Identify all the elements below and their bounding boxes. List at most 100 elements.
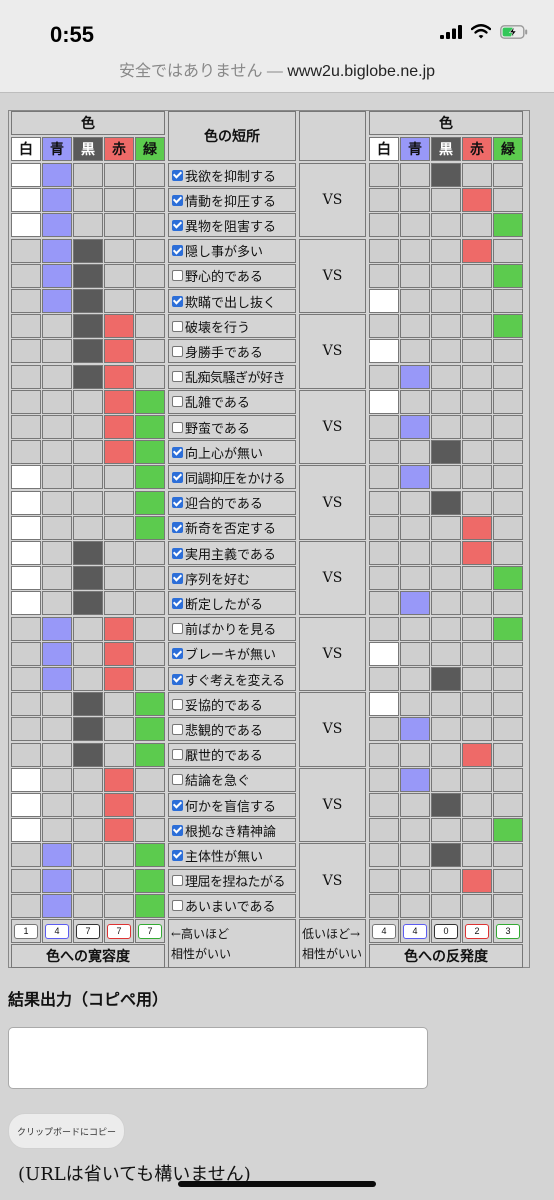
weakness-item[interactable]: 序列を好む xyxy=(168,566,296,591)
right-mark xyxy=(462,339,492,364)
left-mark xyxy=(135,767,165,792)
weakness-checkbox[interactable] xyxy=(172,270,183,282)
left-mark xyxy=(104,490,134,515)
weakness-item[interactable]: 野心的である xyxy=(168,263,296,288)
weakness-item[interactable]: 迎合的である xyxy=(168,490,296,515)
weakness-item[interactable]: 欺瞞で出し抜く xyxy=(168,289,296,313)
right-mark xyxy=(493,717,523,742)
weakness-checkbox[interactable] xyxy=(172,345,183,357)
right-mark xyxy=(462,616,492,641)
weakness-checkbox[interactable] xyxy=(172,623,183,635)
address-bar[interactable]: 安全ではありません — www2u.biglobe.ne.jp xyxy=(0,62,554,93)
weakness-item[interactable]: 同調抑圧をかける xyxy=(168,465,296,490)
weakness-checkbox[interactable] xyxy=(172,799,183,811)
weakness-checkbox[interactable] xyxy=(172,824,183,836)
weakness-item[interactable]: 破壊を行う xyxy=(168,314,296,339)
left-mark xyxy=(42,314,72,339)
weakness-checkbox[interactable] xyxy=(172,673,183,685)
left-mark xyxy=(42,188,72,213)
weakness-checkbox[interactable] xyxy=(172,875,183,887)
left-mark xyxy=(42,717,72,742)
weakness-checkbox[interactable] xyxy=(172,749,183,761)
copy-to-clipboard-button[interactable]: クリップボードにコピー xyxy=(8,1113,125,1149)
right-mark xyxy=(431,591,461,616)
left-mark xyxy=(135,667,165,691)
weakness-checkbox[interactable] xyxy=(172,572,183,584)
right-mark xyxy=(400,515,430,540)
right-mark xyxy=(462,389,492,414)
weakness-item[interactable]: ブレーキが無い xyxy=(168,641,296,666)
weakness-item[interactable]: 身勝手である xyxy=(168,339,296,364)
url-host: www2u.biglobe.ne.jp xyxy=(287,63,436,80)
weakness-item[interactable]: 妥協的である xyxy=(168,692,296,717)
weakness-item[interactable]: 実用主義である xyxy=(168,541,296,565)
left-mark xyxy=(42,742,72,767)
weakness-item[interactable]: 情動を抑圧する xyxy=(168,188,296,213)
weakness-item[interactable]: 断定したがる xyxy=(168,591,296,616)
weakness-checkbox[interactable] xyxy=(172,320,183,332)
weakness-checkbox[interactable] xyxy=(172,169,183,181)
weakness-item[interactable]: 野蛮である xyxy=(168,415,296,439)
weakness-item[interactable]: 主体性が無い xyxy=(168,843,296,868)
weakness-checkbox[interactable] xyxy=(172,698,183,710)
weakness-item[interactable]: 厭世的である xyxy=(168,742,296,767)
weakness-checkbox[interactable] xyxy=(172,471,183,483)
weakness-item[interactable]: 異物を阻害する xyxy=(168,213,296,238)
weakness-checkbox[interactable] xyxy=(172,371,183,383)
weakness-item[interactable]: 乱雑である xyxy=(168,389,296,414)
weakness-checkbox[interactable] xyxy=(172,648,183,660)
weakness-item[interactable]: 新奇を否定する xyxy=(168,515,296,540)
right-compat-note: 低いほど→ 相性がいい xyxy=(299,919,366,969)
weakness-checkbox[interactable] xyxy=(172,849,183,861)
right-count-cell: 4 xyxy=(369,919,399,943)
weakness-item[interactable]: 前ばかりを見る xyxy=(168,616,296,641)
weakness-checkbox[interactable] xyxy=(172,396,183,408)
weakness-checkbox[interactable] xyxy=(172,522,183,534)
weakness-item[interactable]: 結論を急ぐ xyxy=(168,767,296,792)
left-mark xyxy=(42,868,72,893)
weakness-checkbox[interactable] xyxy=(172,900,183,912)
weakness-checkbox[interactable] xyxy=(172,219,183,231)
right-mark xyxy=(493,667,523,691)
left-mark xyxy=(104,389,134,414)
weakness-checkbox[interactable] xyxy=(172,245,183,257)
left-mark xyxy=(42,566,72,591)
weakness-item[interactable]: 我欲を抑制する xyxy=(168,163,296,187)
left-mark xyxy=(42,263,72,288)
weakness-item[interactable]: 向上心が無い xyxy=(168,440,296,465)
weakness-item[interactable]: 悲観的である xyxy=(168,717,296,742)
left-color-blue: 青 xyxy=(42,137,72,161)
weakness-item[interactable]: 理屈を捏ねたがる xyxy=(168,868,296,893)
right-mark xyxy=(369,641,399,666)
weakness-checkbox[interactable] xyxy=(172,497,183,509)
weakness-checkbox[interactable] xyxy=(172,723,183,735)
left-mark xyxy=(42,364,72,389)
weakness-item[interactable]: 何かを盲信する xyxy=(168,793,296,817)
left-mark xyxy=(135,163,165,187)
left-mark xyxy=(11,515,41,540)
result-output-field[interactable] xyxy=(8,1027,428,1089)
weakness-checkbox[interactable] xyxy=(172,194,183,206)
right-mark xyxy=(431,238,461,263)
right-count-black: 0 xyxy=(434,923,458,939)
left-mark xyxy=(135,641,165,666)
weakness-checkbox[interactable] xyxy=(172,446,183,458)
weakness-item[interactable]: すぐ考えを変える xyxy=(168,667,296,691)
left-mark xyxy=(135,415,165,439)
left-mark xyxy=(135,541,165,565)
right-mark xyxy=(400,793,430,817)
left-mark xyxy=(73,591,103,616)
weakness-checkbox[interactable] xyxy=(172,295,183,307)
weakness-checkbox[interactable] xyxy=(172,421,183,433)
weakness-item[interactable]: 根拠なき精神論 xyxy=(168,818,296,843)
right-mark xyxy=(462,591,492,616)
weakness-item[interactable]: 隠し事が多い xyxy=(168,238,296,263)
weakness-item[interactable]: あいまいである xyxy=(168,893,296,918)
right-mark xyxy=(369,415,399,439)
right-mark xyxy=(462,188,492,213)
weakness-checkbox[interactable] xyxy=(172,547,183,559)
vs-label: VS xyxy=(299,314,366,389)
weakness-item[interactable]: 乱痴気騒ぎが好き xyxy=(168,364,296,389)
weakness-checkbox[interactable] xyxy=(172,774,183,786)
weakness-checkbox[interactable] xyxy=(172,597,183,609)
